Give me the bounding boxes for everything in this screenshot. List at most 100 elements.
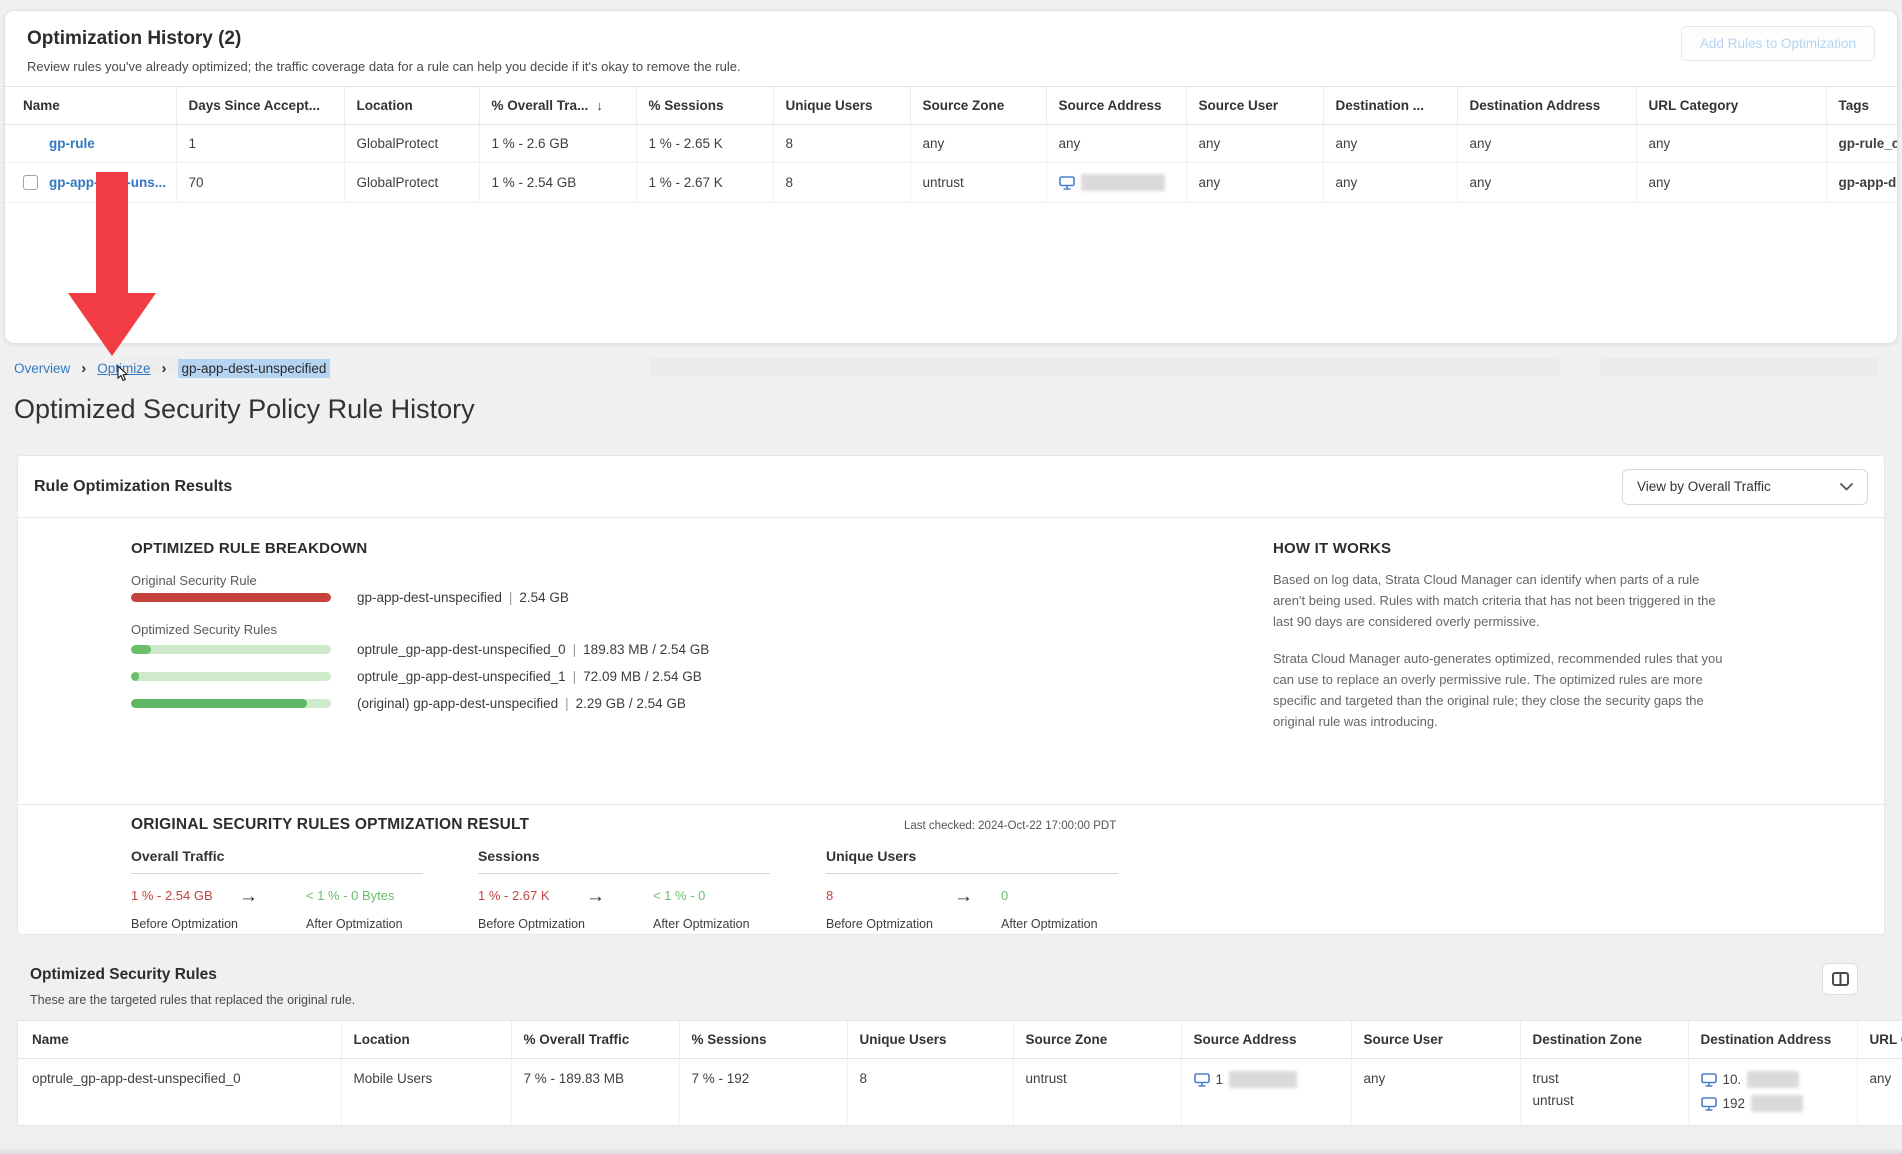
cell-source-zone: untrust <box>1013 1059 1181 1125</box>
cell-source-address: any <box>1046 125 1186 163</box>
column-header-destination-address[interactable]: Destination Address <box>1688 1021 1857 1059</box>
optimization-result-heading: ORIGINAL SECURITY RULES OPTMIZATION RESU… <box>131 816 529 834</box>
bar-rule-value: 2.29 GB / 2.54 GB <box>576 696 686 711</box>
column-header-days-since[interactable]: Days Since Accept... <box>176 87 344 125</box>
columns-icon <box>1832 972 1849 986</box>
optimized-security-rules-table: Name Location % Overall Traffic % Sessio… <box>18 1021 1902 1124</box>
cell-destination-zone: trust untrust <box>1520 1059 1688 1125</box>
after-value: < 1 % - 0 <box>653 888 705 903</box>
how-it-works-heading: HOW IT WORKS <box>1273 540 1391 557</box>
column-header-url-category[interactable]: URL Category <box>1857 1021 1902 1059</box>
after-label: After Optmization <box>653 917 750 931</box>
optimized-rule-bar-row: (original) gp-app-dest-unspecified|2.29 … <box>131 696 686 711</box>
add-rules-to-optimization-button[interactable]: Add Rules to Optimization <box>1681 26 1875 61</box>
table-row: optrule_gp-app-dest-unspecified_0 Mobile… <box>18 1059 1902 1125</box>
column-header-url-category[interactable]: URL Category <box>1636 87 1826 125</box>
bar-rule-name: optrule_gp-app-dest-unspecified_1 <box>357 669 566 684</box>
after-label: After Optmization <box>306 917 403 931</box>
how-it-works-paragraph: Strata Cloud Manager auto-generates opti… <box>1273 648 1735 732</box>
cell-overall-traffic: 1 % - 2.54 GB <box>479 163 636 203</box>
cell-overall-traffic: 1 % - 2.6 GB <box>479 125 636 163</box>
column-header-overall-traffic[interactable]: % Overall Tra...↓ <box>479 87 636 125</box>
column-header-destination-zone[interactable]: Destination Zone <box>1520 1021 1688 1059</box>
cell-unique-users: 8 <box>773 163 910 203</box>
column-header-source-address[interactable]: Source Address <box>1181 1021 1351 1059</box>
bar-rule-name: (original) gp-app-dest-unspecified <box>357 696 558 711</box>
column-header-destination-address[interactable]: Destination Address <box>1457 87 1636 125</box>
address-prefix: 1 <box>1216 1072 1224 1087</box>
cell-sessions: 1 % - 2.65 K <box>636 125 773 163</box>
bar-rule-name: gp-app-dest-unspecified <box>357 590 502 605</box>
column-header-name[interactable]: Name <box>18 1021 341 1059</box>
column-header-source-user[interactable]: Source User <box>1186 87 1323 125</box>
card-header: Rule Optimization Results View by Overal… <box>18 456 1884 518</box>
monitor-icon <box>1701 1097 1717 1111</box>
redacted-address <box>1229 1071 1297 1088</box>
bar-rule-value: 72.09 MB / 2.54 GB <box>583 669 702 684</box>
chevron-down-icon <box>1840 483 1853 491</box>
view-by-dropdown-value: View by Overall Traffic <box>1637 479 1771 494</box>
cell-destination-address: any <box>1457 125 1636 163</box>
metric-name: Overall Traffic <box>131 848 423 864</box>
sort-descending-icon: ↓ <box>596 98 603 113</box>
cell-destination-address: any <box>1457 163 1636 203</box>
cell-days-since: 70 <box>176 163 344 203</box>
optimized-security-rules-table-container: Name Location % Overall Traffic % Sessio… <box>17 1020 1902 1126</box>
column-header-unique-users[interactable]: Unique Users <box>773 87 910 125</box>
traffic-bar-fill <box>131 699 307 708</box>
breadcrumb-chevron-icon: › <box>162 361 167 376</box>
rule-link[interactable]: gp-rule <box>49 136 95 151</box>
table-row: gp-rule 1 GlobalProtect 1 % - 2.6 GB 1 %… <box>5 125 1898 163</box>
arrow-right-icon: → <box>239 886 258 908</box>
view-by-dropdown[interactable]: View by Overall Traffic <box>1622 469 1868 505</box>
column-header-source-user[interactable]: Source User <box>1351 1021 1520 1059</box>
column-header-source-zone[interactable]: Source Zone <box>910 87 1046 125</box>
column-header-source-zone[interactable]: Source Zone <box>1013 1021 1181 1059</box>
bar-rule-name: optrule_gp-app-dest-unspecified_0 <box>357 642 566 657</box>
cell-destination-address: 10. 192 <box>1688 1059 1857 1125</box>
cell-tags: gp-app-d <box>1826 163 1898 203</box>
redacted-address <box>1081 174 1165 191</box>
bar-label: optrule_gp-app-dest-unspecified_1|72.09 … <box>357 669 702 684</box>
optimization-history-table: Name Days Since Accept... Location % Ove… <box>5 86 1898 203</box>
blurred-background-remnant <box>650 358 1560 376</box>
breadcrumb: Overview › Optimize › gp-app-dest-unspec… <box>14 359 330 378</box>
row-checkbox[interactable] <box>23 175 38 190</box>
optimized-security-rules-label: Optimized Security Rules <box>131 622 277 637</box>
optimization-history-header: Optimization History (2) Review rules yo… <box>5 11 1897 82</box>
column-header-location[interactable]: Location <box>341 1021 511 1059</box>
cell-tags: gp-rule_c <box>1826 125 1898 163</box>
breadcrumb-overview-link[interactable]: Overview <box>14 361 70 376</box>
bar-rule-value: 2.54 GB <box>519 590 569 605</box>
column-header-source-address[interactable]: Source Address <box>1046 87 1186 125</box>
column-header-overall-traffic[interactable]: % Overall Traffic <box>511 1021 679 1059</box>
bottom-shadow <box>0 1147 1902 1154</box>
last-checked-timestamp: Last checked: 2024-Oct-22 17:00:00 PDT <box>904 820 1116 832</box>
divider <box>18 804 1884 805</box>
redacted-address <box>1751 1095 1803 1112</box>
column-header-tags[interactable]: Tags <box>1826 87 1898 125</box>
cell-url-category: any <box>1636 125 1826 163</box>
address-prefix: 192 <box>1723 1096 1746 1111</box>
divider <box>478 873 770 874</box>
column-header-unique-users[interactable]: Unique Users <box>847 1021 1013 1059</box>
monitor-icon <box>1059 176 1075 190</box>
page-title: Optimized Security Policy Rule History <box>14 394 475 425</box>
cell-destination: any <box>1323 163 1457 203</box>
card-title: Rule Optimization Results <box>34 478 232 496</box>
column-settings-button[interactable] <box>1822 963 1858 995</box>
traffic-bar-fill <box>131 593 331 602</box>
cell-location: Mobile Users <box>341 1059 511 1125</box>
destination-zone: trust <box>1533 1071 1676 1086</box>
divider <box>826 873 1118 874</box>
column-header-sessions[interactable]: % Sessions <box>636 87 773 125</box>
column-header-location[interactable]: Location <box>344 87 479 125</box>
before-label: Before Optmization <box>478 917 585 931</box>
column-header-destination[interactable]: Destination ... <box>1323 87 1457 125</box>
red-arrow-annotation <box>96 172 128 294</box>
blurred-background-remnant <box>1600 358 1878 376</box>
bar-pipe: | <box>558 696 576 711</box>
rule-optimization-results-card: Rule Optimization Results View by Overal… <box>17 455 1885 935</box>
column-header-sessions[interactable]: % Sessions <box>679 1021 847 1059</box>
column-header-name[interactable]: Name <box>5 87 176 125</box>
